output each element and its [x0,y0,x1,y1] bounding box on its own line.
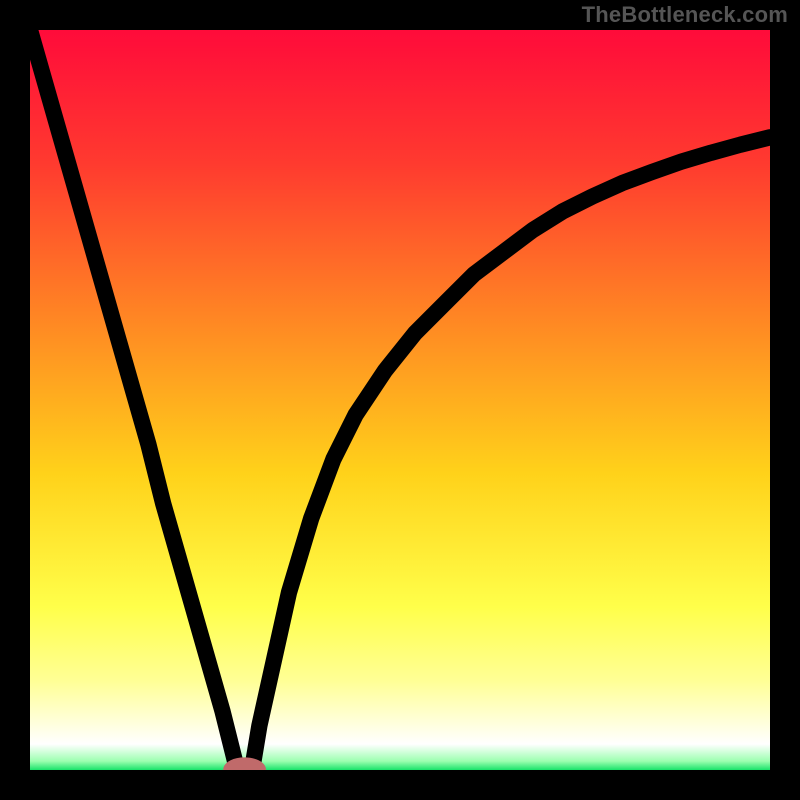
plot-area [30,30,770,770]
attribution-label: TheBottleneck.com [582,2,788,28]
bottleneck-chart [30,30,770,770]
chart-frame: TheBottleneck.com [0,0,800,800]
minimum-marker [227,761,263,770]
